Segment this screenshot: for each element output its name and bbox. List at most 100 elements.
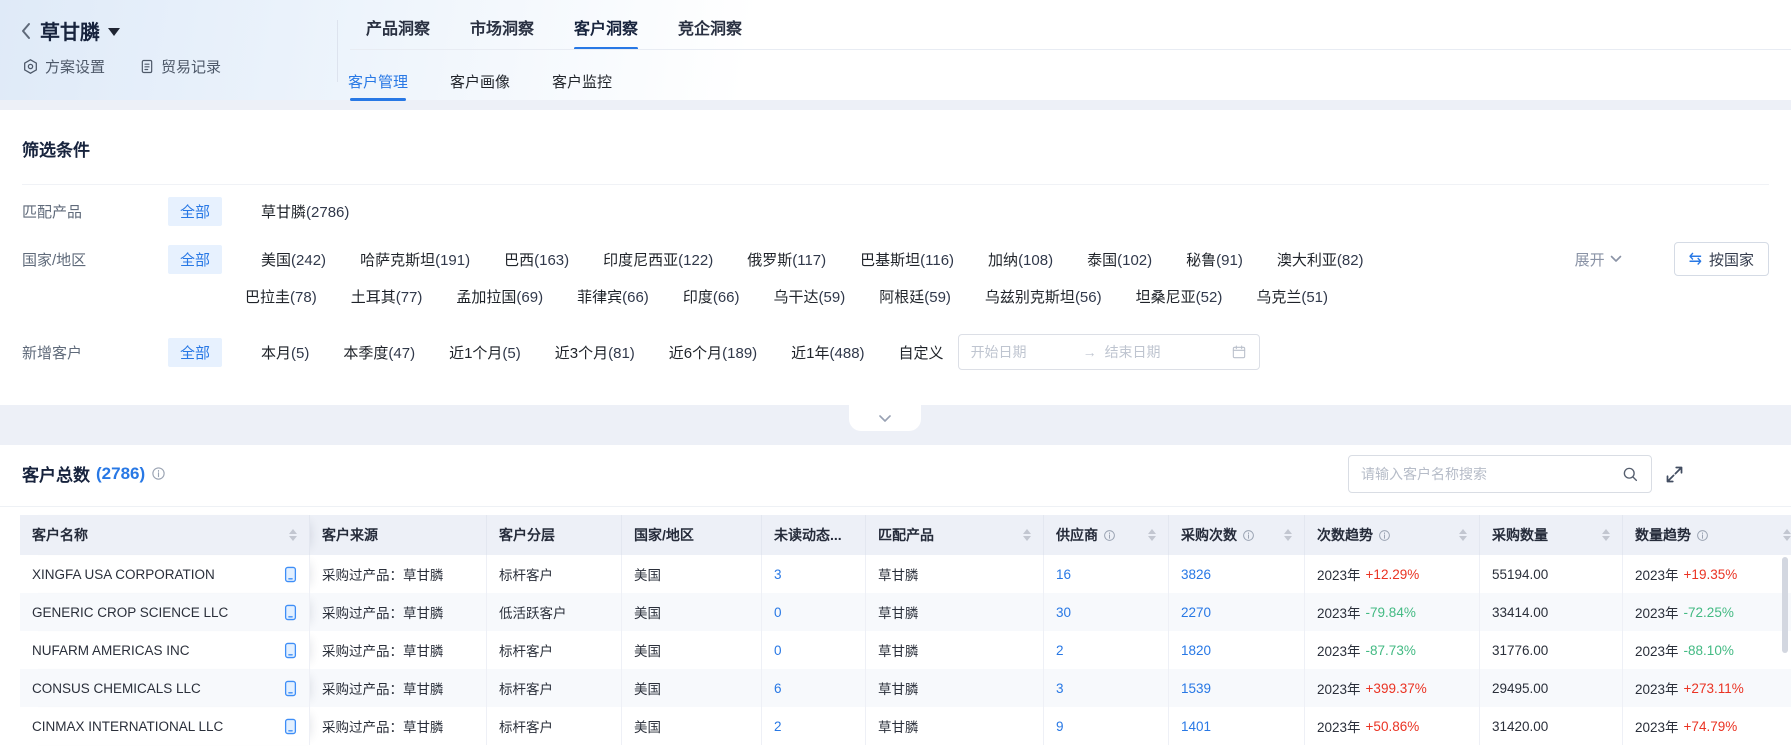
contact-phone-icon[interactable] xyxy=(284,680,297,697)
contact-phone-icon[interactable] xyxy=(284,642,297,659)
country-filter-item[interactable]: 孟加拉国(69) xyxy=(456,286,543,307)
fullscreen-icon[interactable] xyxy=(1664,464,1685,485)
cell-count-trend: 2023年+399.37% xyxy=(1305,669,1480,707)
cell-unread[interactable]: 0 xyxy=(762,631,866,669)
cell-tier: 标杆客户 xyxy=(487,631,622,669)
cell-purchases[interactable]: 1539 xyxy=(1169,669,1305,707)
cell-purchases[interactable]: 1820 xyxy=(1169,631,1305,669)
country-filter-item[interactable]: 印度(66) xyxy=(683,286,740,307)
sort-icon[interactable] xyxy=(1148,529,1156,541)
country-all-chip[interactable]: 全部 xyxy=(168,245,222,274)
country-filter-item[interactable]: 菲律宾(66) xyxy=(577,286,649,307)
info-icon[interactable] xyxy=(151,466,166,481)
cell-purchases[interactable]: 3826 xyxy=(1169,555,1305,593)
country-filter-item[interactable]: 土耳其(77) xyxy=(351,286,423,307)
country-filter-item[interactable]: 泰国(102) xyxy=(1087,249,1152,270)
new-customer-all-chip[interactable]: 全部 xyxy=(168,338,222,367)
subtab-customer-monitor[interactable]: 客户监控 xyxy=(552,71,612,92)
country-filter-item[interactable]: 澳大利亚(82) xyxy=(1277,249,1364,270)
contact-phone-icon[interactable] xyxy=(284,718,297,735)
info-icon[interactable] xyxy=(1103,529,1116,542)
cell-suppliers[interactable]: 9 xyxy=(1044,707,1169,745)
country-filter-item[interactable]: 坦桑尼亚(52) xyxy=(1136,286,1223,307)
country-filter-item[interactable]: 印度尼西亚(122) xyxy=(603,249,713,270)
cell-unread[interactable]: 0 xyxy=(762,593,866,631)
country-filter-item[interactable]: 乌克兰(51) xyxy=(1256,286,1328,307)
cell-suppliers[interactable]: 30 xyxy=(1044,593,1169,631)
search-icon[interactable] xyxy=(1621,465,1639,483)
country-filter-item[interactable]: 美国(242) xyxy=(261,249,326,270)
period-filter-item[interactable]: 近6个月(189) xyxy=(669,342,757,363)
table-row[interactable]: CONSUS CHEMICALS LLC 采购过产品：草甘膦 标杆客户 美国 6… xyxy=(20,669,1791,707)
back-icon[interactable] xyxy=(20,22,32,40)
product-filter-item[interactable]: 草甘膦(2786) xyxy=(261,201,349,222)
sort-icon[interactable] xyxy=(289,529,297,541)
country-filter-item[interactable]: 秘鲁(91) xyxy=(1186,249,1243,270)
cell-suppliers[interactable]: 2 xyxy=(1044,631,1169,669)
subtab-customer-profile[interactable]: 客户画像 xyxy=(450,71,510,92)
cell-tier: 低活跃客户 xyxy=(487,593,622,631)
cell-purchases[interactable]: 2270 xyxy=(1169,593,1305,631)
period-filter-item[interactable]: 本季度(47) xyxy=(343,342,415,363)
country-filter-item[interactable]: 乌兹别克斯坦(56) xyxy=(985,286,1102,307)
sort-icon[interactable] xyxy=(1023,529,1031,541)
country-filter-item[interactable]: 哈萨克斯坦(191) xyxy=(360,249,470,270)
customer-search-box[interactable] xyxy=(1348,455,1652,493)
cell-unread[interactable]: 6 xyxy=(762,669,866,707)
cell-suppliers[interactable]: 16 xyxy=(1044,555,1169,593)
country-filter-item[interactable]: 乌干达(59) xyxy=(774,286,846,307)
country-filter-item[interactable]: 加纳(108) xyxy=(988,249,1053,270)
header-actions: 方案设置 贸易记录 xyxy=(22,56,221,77)
start-date-input[interactable] xyxy=(971,344,1075,360)
customers-table: 客户名称 客户来源 客户分层 国家/地区 未读动态... 匹配产品 供应商 采购 xyxy=(20,515,1791,745)
period-filter-item[interactable]: 近1年(488) xyxy=(791,342,864,363)
sort-icon[interactable] xyxy=(1602,529,1610,541)
customer-insight-page: 草甘膦 方案设置 贸易记录 产品洞察 市场洞察 客户洞察 竞企洞察 xyxy=(0,0,1791,746)
trade-records-button[interactable]: 贸易记录 xyxy=(139,56,221,77)
country-filter-item[interactable]: 俄罗斯(117) xyxy=(747,249,826,270)
customer-search-input[interactable] xyxy=(1361,466,1621,482)
tab-customer-insight[interactable]: 客户洞察 xyxy=(574,15,638,39)
by-country-button[interactable]: ⇆ 按国家 xyxy=(1674,242,1769,276)
country-expand-link[interactable]: 展开 xyxy=(1575,249,1622,270)
cell-unread[interactable]: 3 xyxy=(762,555,866,593)
custom-date-link[interactable]: 自定义 xyxy=(899,342,944,363)
table-row[interactable]: NUFARM AMERICAS INC 采购过产品：草甘膦 标杆客户 美国 0 … xyxy=(20,631,1791,669)
period-filter-item[interactable]: 近1个月(5) xyxy=(449,342,521,363)
cell-source: 采购过产品：草甘膦 xyxy=(310,555,487,593)
table-row[interactable]: GENERIC CROP SCIENCE LLC 采购过产品：草甘膦 低活跃客户… xyxy=(20,593,1791,631)
country-filter-item[interactable]: 巴基斯坦(116) xyxy=(860,249,954,270)
table-row[interactable]: XINGFA USA CORPORATION 采购过产品：草甘膦 标杆客户 美国… xyxy=(20,555,1791,593)
filter-collapse-toggle[interactable] xyxy=(849,405,921,431)
swap-icon: ⇆ xyxy=(1689,249,1702,269)
period-filter-item[interactable]: 近3个月(81) xyxy=(555,342,635,363)
contact-phone-icon[interactable] xyxy=(284,604,297,621)
info-icon[interactable] xyxy=(1378,529,1391,542)
info-icon[interactable] xyxy=(1242,529,1255,542)
product-all-chip[interactable]: 全部 xyxy=(168,197,222,226)
sort-icon[interactable] xyxy=(1459,529,1467,541)
product-dropdown-caret-icon[interactable] xyxy=(108,28,120,36)
country-filter-item[interactable]: 巴西(163) xyxy=(504,249,569,270)
sort-icon[interactable] xyxy=(1284,529,1292,541)
table-row[interactable]: CINMAX INTERNATIONAL LLC 采购过产品：草甘膦 标杆客户 … xyxy=(20,707,1791,745)
period-filter-item[interactable]: 本月(5) xyxy=(261,342,309,363)
plan-settings-button[interactable]: 方案设置 xyxy=(22,56,105,77)
date-range-picker[interactable]: → xyxy=(958,334,1260,370)
cell-quantity-trend: 2023年+74.79% xyxy=(1623,707,1791,745)
vertical-scrollbar[interactable] xyxy=(1782,557,1788,653)
info-icon[interactable] xyxy=(1696,529,1709,542)
tab-competitor-insight[interactable]: 竞企洞察 xyxy=(678,15,742,39)
tab-market-insight[interactable]: 市场洞察 xyxy=(470,15,534,39)
page-title[interactable]: 草甘膦 xyxy=(40,16,100,45)
subtab-customer-management[interactable]: 客户管理 xyxy=(348,71,408,92)
country-filter-item[interactable]: 阿根廷(59) xyxy=(879,286,951,307)
cell-purchases[interactable]: 1401 xyxy=(1169,707,1305,745)
cell-unread[interactable]: 2 xyxy=(762,707,866,745)
sort-icon[interactable] xyxy=(1783,529,1791,541)
country-filter-item[interactable]: 巴拉圭(78) xyxy=(245,286,317,307)
contact-phone-icon[interactable] xyxy=(284,566,297,583)
tab-product-insight[interactable]: 产品洞察 xyxy=(366,15,430,39)
end-date-input[interactable] xyxy=(1105,344,1209,360)
cell-suppliers[interactable]: 3 xyxy=(1044,669,1169,707)
